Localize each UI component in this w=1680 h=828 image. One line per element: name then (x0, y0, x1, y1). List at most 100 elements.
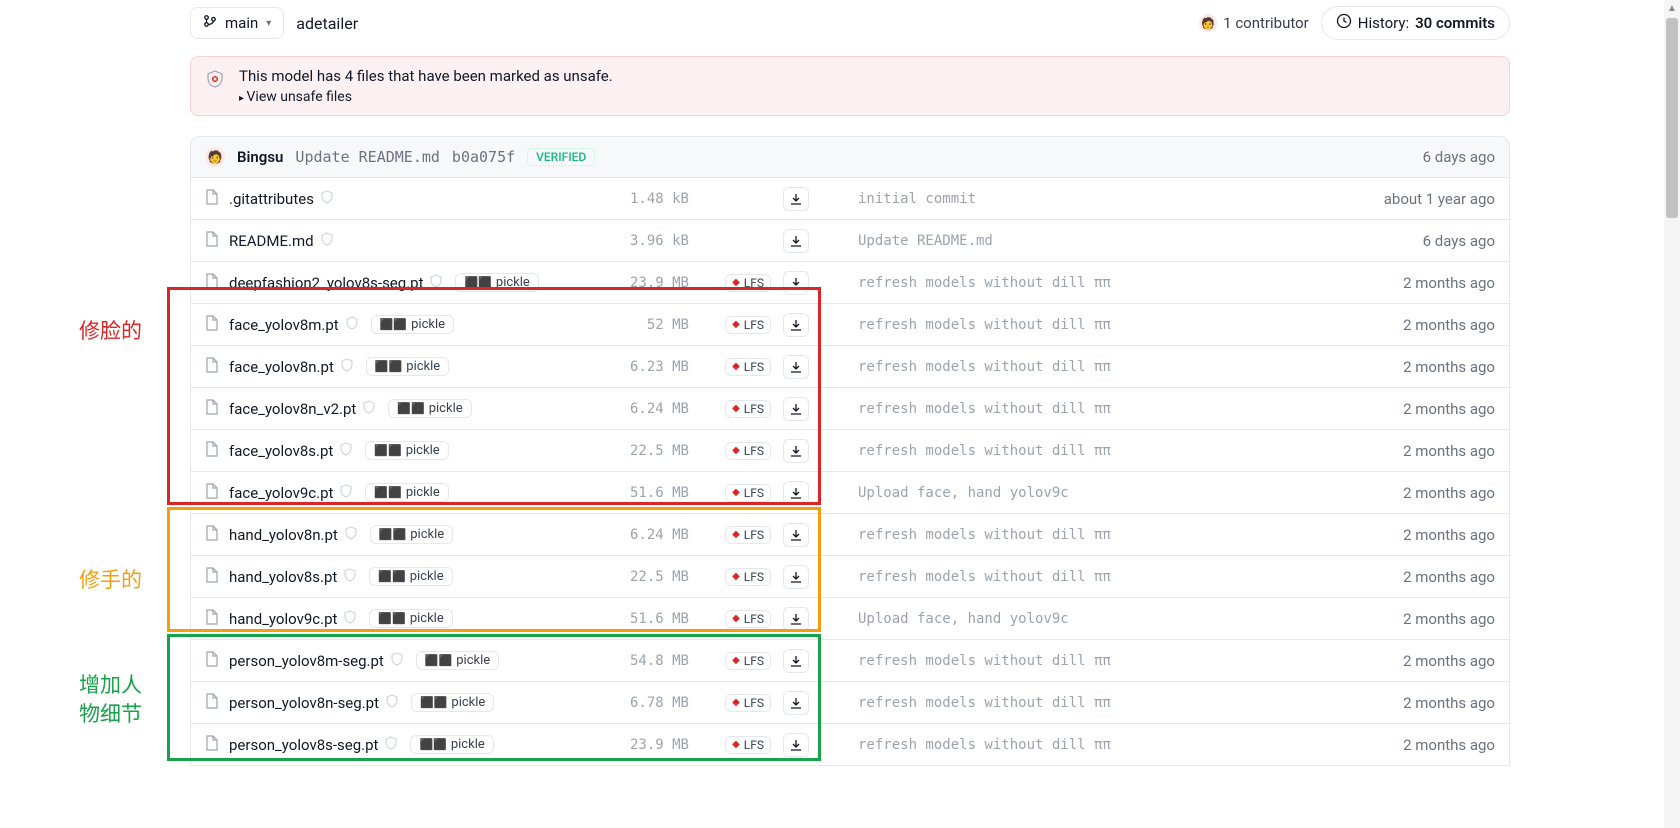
file-name[interactable]: deepfashion2_yolov8s-seg.pt (229, 274, 423, 292)
lfs-badge[interactable]: ◆LFS (725, 526, 771, 544)
lfs-badge[interactable]: ◆LFS (725, 316, 771, 334)
repo-name[interactable]: adetailer (296, 14, 358, 33)
lfs-badge[interactable]: ◆LFS (725, 400, 771, 418)
pickle-badge[interactable]: ⬛⬛pickle (370, 525, 453, 544)
lfs-badge[interactable]: ◆LFS (725, 652, 771, 670)
contributors-label: 1 contributor (1223, 14, 1309, 32)
safe-icon[interactable] (343, 568, 357, 586)
safe-icon[interactable] (340, 358, 354, 376)
download-button[interactable] (783, 691, 809, 715)
download-button[interactable] (783, 439, 809, 463)
avatar[interactable]: 🧑 (205, 147, 225, 167)
file-name[interactable]: face_yolov8n.pt (229, 358, 334, 376)
file-size: 23.9 MB (599, 275, 689, 291)
download-button[interactable] (783, 565, 809, 589)
file-name[interactable]: face_yolov8m.pt (229, 316, 339, 334)
file-name[interactable]: hand_yolov9c.pt (229, 610, 337, 628)
file-commit-message[interactable]: initial commit (858, 191, 976, 207)
file-name[interactable]: person_yolov8s-seg.pt (229, 736, 378, 754)
download-button[interactable] (783, 607, 809, 631)
file-commit-message[interactable]: refresh models without dill ππ (858, 359, 1111, 375)
pickle-badge[interactable]: ⬛⬛pickle (416, 651, 499, 670)
safe-icon[interactable] (345, 316, 359, 334)
lfs-badge[interactable]: ◆LFS (725, 274, 771, 292)
download-button[interactable] (783, 733, 809, 757)
file-commit-message[interactable]: refresh models without dill ππ (858, 443, 1111, 459)
download-button[interactable] (783, 523, 809, 547)
download-button[interactable] (783, 229, 809, 253)
file-commit-message[interactable]: refresh models without dill ππ (858, 695, 1111, 711)
file-row: hand_yolov9c.pt⬛⬛pickle51.6 MB◆LFSUpload… (191, 598, 1509, 640)
file-commit-message[interactable]: Upload face, hand yolov9c (858, 611, 1069, 627)
file-name[interactable]: .gitattributes (229, 190, 314, 208)
file-commit-message[interactable]: refresh models without dill ππ (858, 527, 1111, 543)
lfs-badge[interactable]: ◆LFS (725, 442, 771, 460)
pickle-badge[interactable]: ⬛⬛pickle (455, 273, 538, 292)
pickle-badge[interactable]: ⬛⬛pickle (365, 483, 448, 502)
file-commit-message[interactable]: refresh models without dill ππ (858, 317, 1111, 333)
safe-icon[interactable] (429, 274, 443, 292)
file-name[interactable]: face_yolov8n_v2.pt (229, 400, 356, 418)
safe-icon[interactable] (344, 526, 358, 544)
download-button[interactable] (783, 355, 809, 379)
pickle-badge[interactable]: ⬛⬛pickle (366, 357, 449, 376)
safe-icon[interactable] (343, 610, 357, 628)
safe-icon[interactable] (385, 694, 399, 712)
pickle-badge[interactable]: ⬛⬛pickle (365, 441, 448, 460)
file-name[interactable]: README.md (229, 232, 314, 250)
safe-icon[interactable] (339, 442, 353, 460)
lfs-badge[interactable]: ◆LFS (725, 358, 771, 376)
file-commit-message[interactable]: refresh models without dill ππ (858, 737, 1111, 753)
download-button[interactable] (783, 481, 809, 505)
pickle-badge[interactable]: ⬛⬛pickle (388, 399, 471, 418)
file-commit-message[interactable]: refresh models without dill ππ (858, 401, 1111, 417)
safe-icon[interactable] (320, 190, 334, 208)
file-name[interactable]: face_yolov8s.pt (229, 442, 333, 460)
commit-message[interactable]: Update README.md (295, 148, 440, 166)
download-button[interactable] (783, 313, 809, 337)
pickle-badge[interactable]: ⬛⬛pickle (410, 735, 493, 754)
safe-icon[interactable] (339, 484, 353, 502)
pickle-badge[interactable]: ⬛⬛pickle (369, 609, 452, 628)
lfs-badge[interactable]: ◆LFS (725, 568, 771, 586)
pickle-badge[interactable]: ⬛⬛pickle (369, 567, 452, 586)
file-icon (205, 567, 219, 587)
file-commit-message[interactable]: Update README.md (858, 233, 993, 249)
view-unsafe-link[interactable]: View unsafe files (239, 89, 352, 105)
file-commit-message[interactable]: refresh models without dill ππ (858, 569, 1111, 585)
file-name[interactable]: face_yolov9c.pt (229, 484, 333, 502)
download-button[interactable] (783, 271, 809, 295)
scroll-up-icon[interactable]: ▲ (1664, 0, 1680, 16)
pickle-label: pickle (411, 317, 445, 332)
file-name[interactable]: hand_yolov8s.pt (229, 568, 337, 586)
history-button[interactable]: History: 30 commits (1321, 6, 1510, 40)
lfs-badge[interactable]: ◆LFS (725, 694, 771, 712)
commit-hash[interactable]: b0a075f (452, 148, 515, 166)
branch-selector[interactable]: main ▾ (190, 7, 284, 39)
lfs-badge[interactable]: ◆LFS (725, 736, 771, 754)
lfs-icon: ◆ (732, 739, 740, 750)
pickle-badge[interactable]: ⬛⬛pickle (371, 315, 454, 334)
file-commit-message[interactable]: refresh models without dill ππ (858, 653, 1111, 669)
file-name[interactable]: person_yolov8n-seg.pt (229, 694, 379, 712)
file-commit-message[interactable]: refresh models without dill ππ (858, 275, 1111, 291)
safe-icon[interactable] (384, 736, 398, 754)
scrollbar[interactable]: ▲ (1664, 0, 1680, 828)
lfs-badge[interactable]: ◆LFS (725, 484, 771, 502)
lfs-icon: ◆ (732, 697, 740, 708)
file-name[interactable]: person_yolov8m-seg.pt (229, 652, 384, 670)
download-button[interactable] (783, 649, 809, 673)
lfs-badge[interactable]: ◆LFS (725, 610, 771, 628)
contributors[interactable]: 🧑 1 contributor (1199, 14, 1309, 32)
pickle-badge[interactable]: ⬛⬛pickle (411, 693, 494, 712)
scrollbar-thumb[interactable] (1666, 18, 1678, 218)
lfs-label: LFS (744, 444, 764, 458)
file-commit-message[interactable]: Upload face, hand yolov9c (858, 485, 1069, 501)
commit-author[interactable]: Bingsu (237, 148, 283, 166)
download-button[interactable] (783, 187, 809, 211)
safe-icon[interactable] (362, 400, 376, 418)
download-button[interactable] (783, 397, 809, 421)
safe-icon[interactable] (390, 652, 404, 670)
safe-icon[interactable] (320, 232, 334, 250)
file-name[interactable]: hand_yolov8n.pt (229, 526, 338, 544)
